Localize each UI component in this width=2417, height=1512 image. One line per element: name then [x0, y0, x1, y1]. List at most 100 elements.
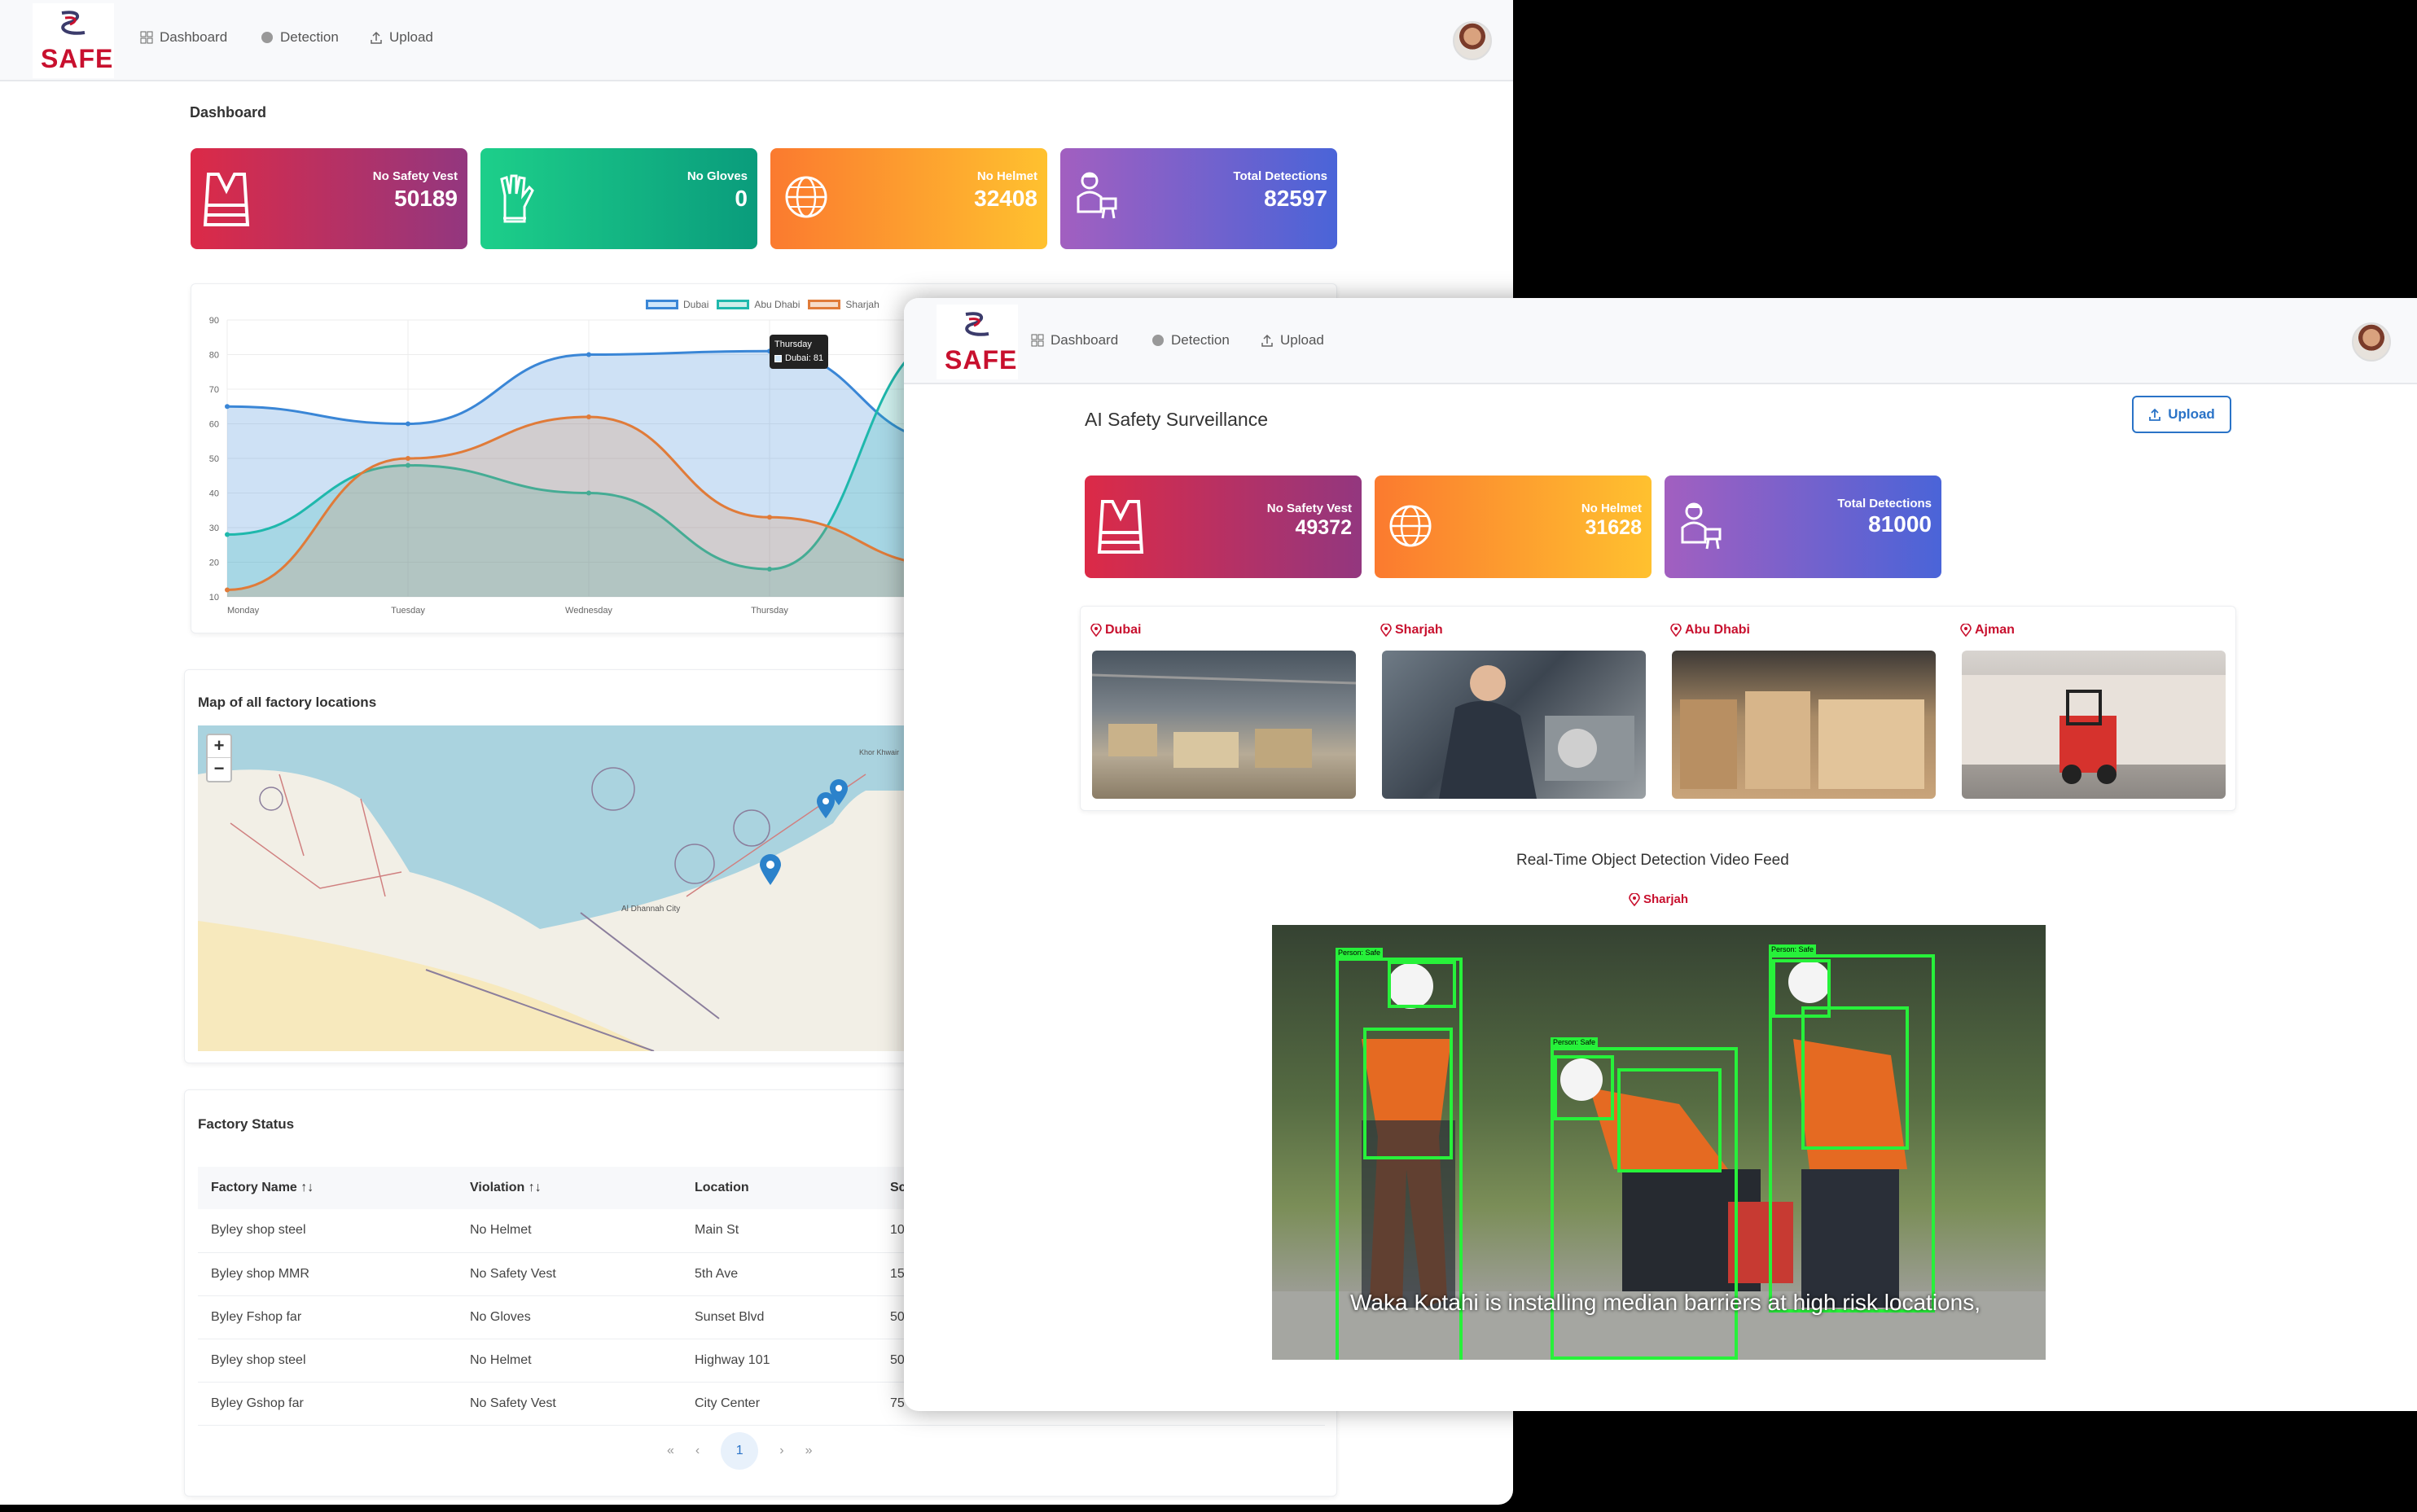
nav-upload[interactable]: Upload [370, 29, 433, 46]
col-factory-name[interactable]: Factory Name ↑↓ [198, 1167, 457, 1209]
data-point[interactable] [225, 404, 230, 410]
card-value: 81000 [1868, 511, 1932, 537]
nav-upload[interactable]: Upload [1261, 332, 1324, 348]
safe-logo[interactable]: SAFE [937, 305, 1018, 379]
sort-icon[interactable]: ↑↓ [300, 1181, 314, 1194]
card-no-helmet[interactable]: No Helmet 32408 [770, 148, 1047, 249]
card-value: 49372 [1295, 516, 1352, 539]
camera-thumb-abu-dhabi[interactable] [1672, 651, 1936, 799]
user-avatar[interactable] [2352, 322, 2391, 362]
y-tick-label: 70 [209, 385, 219, 395]
cell: Main St [682, 1209, 877, 1253]
location-label-dubai[interactable]: Dubai [1090, 623, 1141, 638]
detection-box-label: Person: Safe [1551, 1037, 1599, 1047]
circle-icon [261, 32, 273, 43]
card-label: No Helmet [1581, 502, 1642, 515]
locations-panel: Dubai Sharjah Abu Dhabi Ajman [1080, 606, 2236, 811]
next-page-button[interactable]: › [779, 1444, 783, 1458]
safe-logo[interactable]: SAFE [33, 3, 114, 78]
cell: No Helmet [457, 1339, 682, 1383]
data-point[interactable] [586, 352, 591, 357]
worker-icon [1681, 502, 1722, 550]
card-value: 0 [735, 186, 748, 211]
zoom-out-button[interactable]: − [208, 758, 230, 781]
col-violation[interactable]: Violation ↑↓ [457, 1167, 682, 1209]
prev-page-button[interactable]: ‹ [695, 1444, 700, 1458]
map-label-khor: Khor Khwair [859, 748, 900, 756]
video-feed[interactable]: Person: Safe Person: Safe Person: Safe W… [1272, 925, 2046, 1360]
data-point[interactable] [586, 414, 591, 419]
card-total-detections[interactable]: Total Detections 82597 [1060, 148, 1337, 249]
cell: No Safety Vest [457, 1382, 682, 1426]
card-label: No Helmet [976, 169, 1037, 183]
nav-upload-label: Upload [1280, 332, 1324, 348]
col-location: Location [682, 1167, 877, 1209]
pagination: « ‹ 1 › » [667, 1432, 812, 1470]
upload-icon [2149, 408, 2161, 421]
logo-swoosh-icon [61, 11, 86, 35]
x-tick-label: Wednesday [565, 606, 612, 616]
x-tick-label: Monday [227, 606, 260, 616]
upload-button[interactable]: Upload [2132, 396, 2231, 433]
nav-dashboard[interactable]: Dashboard [140, 29, 227, 46]
location-pin-icon [1960, 624, 1972, 637]
grid-icon [140, 31, 153, 44]
detection-box [1363, 1028, 1453, 1159]
card-no-safety-vest[interactable]: No Safety Vest 49372 [1085, 476, 1362, 578]
card-no-gloves[interactable]: No Gloves 0 [480, 148, 757, 249]
upload-icon [1261, 334, 1273, 347]
zoom-in-button[interactable]: + [208, 735, 230, 758]
map-zoom-control: + − [206, 734, 232, 782]
card-total-detections[interactable]: Total Detections 81000 [1665, 476, 1941, 578]
detection-box-label: Person: Safe [1769, 944, 1817, 954]
location-label-abu-dhabi[interactable]: Abu Dhabi [1670, 623, 1750, 638]
card-no-helmet[interactable]: No Helmet 31628 [1375, 476, 1652, 578]
upload-button-label: Upload [2168, 406, 2215, 422]
location-label-ajman[interactable]: Ajman [1960, 623, 2015, 638]
nav-detection[interactable]: Detection [1151, 332, 1230, 348]
cell: No Safety Vest [457, 1252, 682, 1296]
cell: Byley Fshop far [198, 1295, 457, 1339]
last-page-button[interactable]: » [805, 1444, 813, 1458]
camera-thumb-sharjah[interactable] [1382, 651, 1646, 799]
upload-icon [371, 31, 382, 44]
data-point[interactable] [406, 421, 410, 427]
page-1-button[interactable]: 1 [721, 1432, 759, 1470]
y-tick-label: 10 [209, 593, 219, 603]
y-tick-label: 80 [209, 351, 219, 361]
cell: City Center [682, 1382, 877, 1426]
grid-icon [1031, 334, 1044, 347]
detection-box [1801, 1006, 1909, 1150]
sort-icon[interactable]: ↑↓ [529, 1181, 542, 1194]
nav-dashboard[interactable]: Dashboard [1031, 332, 1118, 348]
helmet-icon [785, 176, 827, 218]
feed-location-label: Sharjah [1629, 892, 1688, 906]
detection-box-label: Person: Safe [1336, 948, 1384, 958]
cell: Byley shop steel [198, 1339, 457, 1383]
map-label-dhanna: Al Dhannah City [621, 905, 681, 914]
camera-thumb-ajman[interactable] [1962, 651, 2226, 799]
location-label-sharjah[interactable]: Sharjah [1380, 623, 1443, 638]
page-title: Dashboard [190, 104, 267, 121]
map-pin-icon[interactable] [828, 779, 849, 807]
data-point[interactable] [225, 587, 230, 593]
logo-text: SAFE [41, 44, 114, 73]
data-point[interactable] [767, 515, 772, 520]
video-caption: Waka Kotahi is installing median barrier… [1350, 1290, 1981, 1315]
first-page-button[interactable]: « [667, 1444, 674, 1458]
camera-thumb-dubai[interactable] [1092, 651, 1356, 799]
data-point[interactable] [225, 532, 230, 537]
map-pin-icon[interactable] [758, 854, 783, 887]
location-pin-icon [1670, 624, 1682, 637]
tooltip-title: Thursday [774, 340, 812, 349]
card-no-safety-vest[interactable]: No Safety Vest 50189 [191, 148, 467, 249]
data-point[interactable] [406, 456, 410, 461]
top-nav: SAFE Dashboard Detection Upload [904, 298, 2417, 384]
location-pin-icon [1090, 624, 1102, 637]
cell: Byley shop steel [198, 1209, 457, 1253]
logo-text: SAFE [945, 345, 1018, 375]
vest-icon [1097, 500, 1144, 554]
machinist-image [1439, 665, 1634, 799]
nav-detection[interactable]: Detection [261, 29, 339, 46]
user-avatar[interactable] [1453, 21, 1492, 60]
